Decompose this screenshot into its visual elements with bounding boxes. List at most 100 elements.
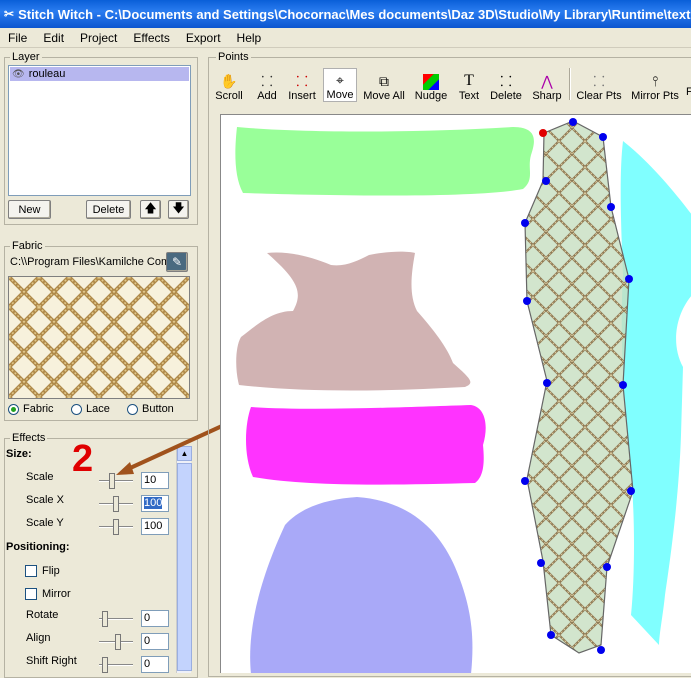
- mirror-points-icon: ⫯: [651, 72, 659, 89]
- layer-list[interactable]: 👁 rouleau: [8, 65, 191, 196]
- add-point-icon: ⸬: [261, 72, 273, 89]
- scale-y-slider[interactable]: [99, 518, 135, 536]
- cyan-pattern-piece: [620, 141, 691, 645]
- lace-radio[interactable]: Lace: [71, 403, 110, 415]
- scale-x-input[interactable]: 100: [141, 495, 169, 512]
- tool-mirror-pts[interactable]: ⫯ Mirror Pts: [629, 68, 681, 103]
- insert-point-icon: ⸬: [296, 72, 308, 89]
- effects-scrollbar[interactable]: ▲: [176, 446, 192, 673]
- clear-points-icon: ⸬: [593, 72, 605, 89]
- move-layer-up-button[interactable]: 🡅: [140, 200, 161, 219]
- sharp-icon: ⋀: [541, 72, 553, 89]
- layer-item-label: rouleau: [28, 68, 66, 80]
- pattern-pieces: [235, 118, 691, 673]
- align-label: Align: [26, 632, 51, 644]
- arrow-up-icon: 🡅: [144, 201, 157, 215]
- tool-add-label: Add: [257, 90, 277, 102]
- menu-edit[interactable]: Edit: [35, 31, 72, 45]
- align-input[interactable]: 0: [141, 633, 169, 650]
- tool-nudge[interactable]: Nudge: [412, 68, 450, 102]
- magenta-pattern-piece: [246, 405, 486, 485]
- tool-scroll[interactable]: ✋ Scroll: [213, 68, 245, 103]
- tool-sharp-label: Sharp: [532, 90, 562, 102]
- tool-text-label: Text: [458, 90, 480, 102]
- tool-mirror-pts-label: Mirror Pts: [631, 90, 679, 102]
- tool-insert-label: Insert: [288, 90, 316, 102]
- green-pattern-piece: [235, 127, 534, 196]
- menu-effects[interactable]: Effects: [125, 31, 177, 45]
- flip-checkbox[interactable]: [25, 565, 37, 577]
- tool-move-all[interactable]: ⧉ Move All: [362, 68, 406, 103]
- mirror-label: Mirror: [42, 588, 71, 600]
- scroll-thumb[interactable]: [177, 463, 192, 671]
- shift-right-input[interactable]: 0: [141, 656, 169, 673]
- tool-scroll-label: Scroll: [215, 90, 243, 102]
- lavender-pattern-piece: [250, 497, 473, 673]
- fabric-path: C:\\Program Files\Kamilche Computing: [10, 256, 168, 268]
- tool-move-label: Move: [326, 89, 354, 101]
- scale-slider[interactable]: [99, 472, 135, 490]
- effects-group-label: Effects: [10, 432, 48, 444]
- app-icon: ✂: [4, 7, 15, 21]
- scale-y-input[interactable]: 100: [141, 518, 169, 535]
- layer-list-item[interactable]: 👁 rouleau: [10, 67, 189, 81]
- annotation-number: 2: [72, 438, 94, 480]
- new-layer-button[interactable]: New: [8, 200, 51, 219]
- menu-export[interactable]: Export: [178, 31, 229, 45]
- lace-radio-label: Lace: [86, 403, 110, 415]
- hand-icon: ✋: [220, 72, 238, 89]
- text-icon: T: [464, 72, 474, 89]
- move-icon: ⌖: [336, 71, 344, 88]
- tool-clear-pts[interactable]: ⸬ Clear Pts: [575, 68, 623, 103]
- tool-clear-pts-label: Clear Pts: [576, 90, 622, 102]
- tool-sharp[interactable]: ⋀ Sharp: [530, 68, 564, 103]
- tool-delete[interactable]: ⸬ Delete: [488, 68, 524, 103]
- rotate-slider[interactable]: [99, 610, 135, 628]
- rotate-input[interactable]: 0: [141, 610, 169, 627]
- fabric-radio[interactable]: Fabric: [8, 403, 54, 415]
- selected-control-point: [539, 129, 547, 137]
- move-all-icon: ⧉: [379, 72, 389, 89]
- shift-right-label: Shift Right: [26, 655, 77, 667]
- fabric-radio-label: Fabric: [23, 403, 54, 415]
- scale-x-slider[interactable]: [99, 495, 135, 513]
- flip-label: Flip: [42, 565, 60, 577]
- mirror-checkbox[interactable]: [25, 588, 37, 600]
- window-title: Stitch Witch - C:\Documents and Settings…: [18, 6, 691, 22]
- browse-fabric-button[interactable]: ✎: [166, 252, 188, 272]
- tool-move[interactable]: ⌖ Move: [323, 68, 357, 102]
- delete-layer-button[interactable]: Delete: [86, 200, 131, 219]
- positioning-heading: Positioning:: [6, 541, 70, 553]
- menu-bar: File Edit Project Effects Export Help: [0, 28, 691, 48]
- size-heading: Size:: [6, 448, 32, 460]
- button-radio[interactable]: Button: [127, 403, 174, 415]
- scale-input[interactable]: 10: [141, 472, 169, 489]
- scale-y-label: Scale Y: [26, 517, 64, 529]
- delete-point-icon: ⸬: [500, 72, 512, 89]
- fabric-preview: [8, 276, 190, 399]
- tool-nudge-label: Nudge: [414, 90, 448, 102]
- fabric-pattern: [9, 277, 189, 398]
- nudge-icon: [423, 74, 439, 90]
- scale-x-value: 100: [144, 497, 163, 509]
- align-slider[interactable]: [99, 633, 135, 651]
- menu-project[interactable]: Project: [72, 31, 125, 45]
- shift-right-slider[interactable]: [99, 656, 135, 674]
- eye-icon[interactable]: 👁: [12, 69, 25, 80]
- toolbar-overflow: F: [686, 86, 691, 98]
- tool-delete-label: Delete: [490, 90, 522, 102]
- toolbar-separator: [569, 68, 571, 100]
- pattern-canvas[interactable]: [220, 114, 691, 673]
- menu-file[interactable]: File: [0, 31, 35, 45]
- scroll-up-button[interactable]: ▲: [177, 446, 192, 461]
- tool-insert[interactable]: ⸬ Insert: [285, 68, 319, 103]
- arrow-down-icon: 🡇: [172, 201, 185, 215]
- tool-add[interactable]: ⸬ Add: [254, 68, 280, 103]
- fabric-group-label: Fabric: [10, 240, 45, 252]
- tool-text[interactable]: T Text: [455, 68, 483, 102]
- move-layer-down-button[interactable]: 🡇: [168, 200, 189, 219]
- button-radio-label: Button: [142, 403, 174, 415]
- title-bar: ✂ Stitch Witch - C:\Documents and Settin…: [0, 0, 691, 28]
- scale-x-label: Scale X: [26, 494, 64, 506]
- menu-help[interactable]: Help: [229, 31, 270, 45]
